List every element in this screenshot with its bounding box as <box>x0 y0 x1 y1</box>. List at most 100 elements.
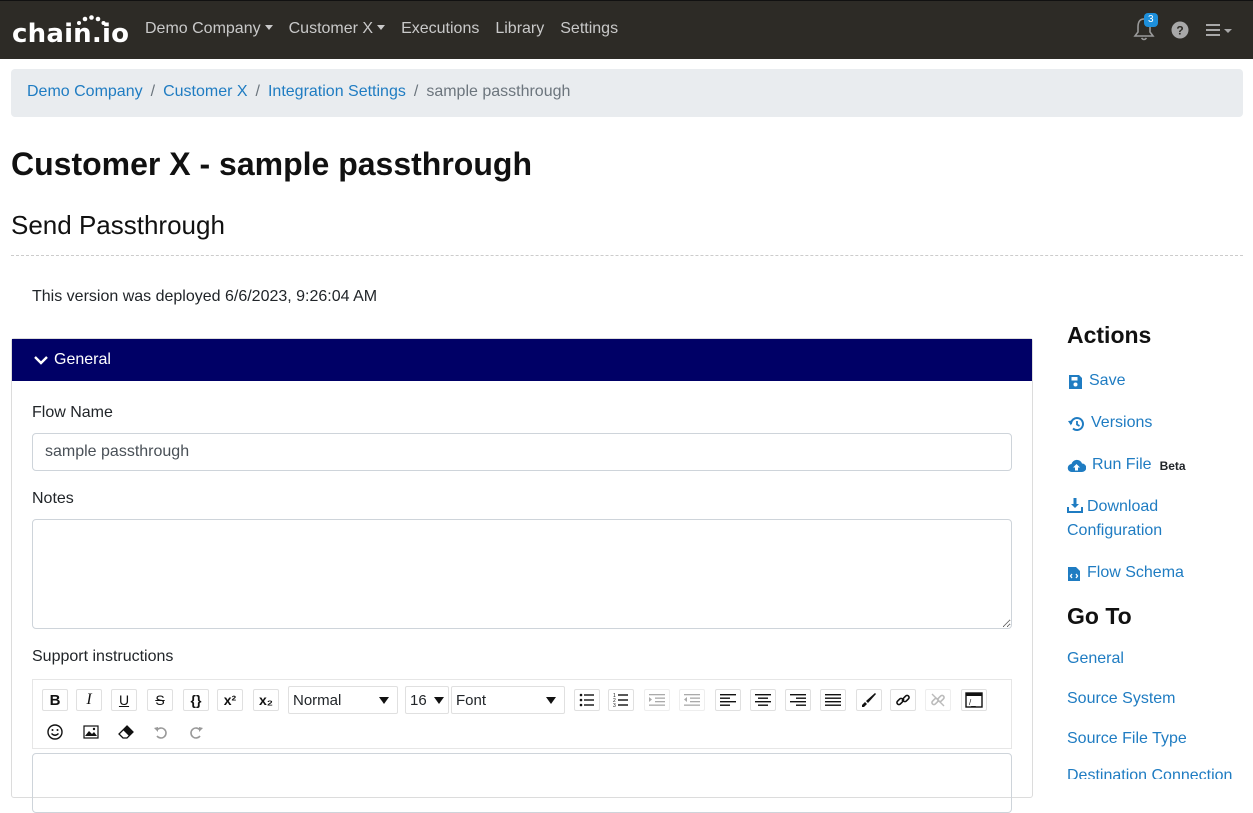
align-right-button[interactable] <box>785 689 811 711</box>
flow-name-label: Flow Name <box>32 404 113 421</box>
paragraph-style-select[interactable]: Normal <box>288 686 398 714</box>
breadcrumb-separator: / <box>150 83 156 100</box>
indent-button[interactable] <box>644 689 670 711</box>
history-icon <box>1068 417 1084 432</box>
align-center-button[interactable] <box>750 689 776 711</box>
actions-heading: Actions <box>1067 322 1152 348</box>
top-navbar: chain.io Demo Company Customer X Executi… <box>0 0 1253 59</box>
code-view-button[interactable]: /_ <box>961 689 987 711</box>
redo-button[interactable] <box>183 721 209 743</box>
notifications-button[interactable]: 3 <box>1133 13 1158 43</box>
text-color-button[interactable] <box>856 689 882 711</box>
code-button[interactable]: {} <box>183 689 209 711</box>
eraser-icon <box>118 725 134 739</box>
font-size-value: 16 <box>410 691 427 709</box>
flow-schema-label: Flow Schema <box>1087 564 1184 581</box>
smiley-icon <box>47 724 63 740</box>
link-icon <box>896 694 910 706</box>
rich-text-toolbar: B I U S {} x² x₂ Normal 16 Font 123 /_ <box>32 679 1012 749</box>
goto-heading: Go To <box>1067 603 1132 629</box>
outdent-button[interactable] <box>679 689 705 711</box>
link-button[interactable] <box>890 689 916 711</box>
download-label-line2: Configuration <box>1067 522 1163 539</box>
font-family-select[interactable]: Font <box>451 686 565 714</box>
nav-library[interactable]: Library <box>495 20 544 38</box>
unlink-button[interactable] <box>925 689 951 711</box>
download-label-line1: Download <box>1087 498 1159 515</box>
code-view-icon: /_ <box>965 692 983 708</box>
breadcrumb-demo-company[interactable]: Demo Company <box>27 83 143 100</box>
beta-badge: Beta <box>1159 459 1186 473</box>
divider <box>11 255 1243 256</box>
nav-demo-company[interactable]: Demo Company <box>145 20 273 38</box>
undo-icon <box>154 727 167 739</box>
goto-general[interactable]: General <box>1067 650 1124 668</box>
align-left-icon <box>720 694 736 706</box>
outdent-icon <box>684 694 700 706</box>
image-button[interactable] <box>78 721 104 743</box>
actions-sidebar: Actions Save Versions Run File Beta Down… <box>1067 322 1247 779</box>
navbar-right: 3 ? <box>1133 13 1233 43</box>
justify-icon <box>825 694 841 706</box>
support-instructions-label: Support instructions <box>32 648 174 665</box>
strikethrough-button[interactable]: S <box>147 689 173 711</box>
superscript-button[interactable]: x² <box>217 689 243 711</box>
chevron-down-icon <box>34 356 48 365</box>
save-link[interactable]: Save <box>1067 372 1125 390</box>
notes-label: Notes <box>32 490 74 507</box>
download-icon <box>1067 498 1083 513</box>
nav-executions[interactable]: Executions <box>401 20 479 38</box>
run-file-link[interactable]: Run File Beta <box>1067 456 1186 474</box>
nav-customer-x[interactable]: Customer X <box>289 20 385 38</box>
menu-icon[interactable] <box>1205 21 1233 39</box>
general-panel-title: General <box>54 351 111 368</box>
svg-text:/_: /_ <box>969 698 976 707</box>
brush-icon <box>862 693 876 707</box>
dropdown-arrow-icon <box>434 697 444 704</box>
save-label: Save <box>1089 372 1126 389</box>
dropdown-arrow-icon <box>379 697 389 704</box>
numbered-list-button[interactable]: 123 <box>608 689 634 711</box>
goto-source-system[interactable]: Source System <box>1067 690 1175 708</box>
goto-destination-connection[interactable]: Destination Connection <box>1067 767 1232 779</box>
breadcrumb: Demo Company / Customer X / Integration Sett… <box>11 69 1243 117</box>
logo-text: chain.io <box>12 19 130 49</box>
chainio-logo[interactable]: chain.io <box>12 15 129 49</box>
image-icon <box>83 725 99 739</box>
align-left-button[interactable] <box>715 689 741 711</box>
versions-link[interactable]: Versions <box>1067 414 1152 432</box>
underline-button[interactable]: U <box>111 689 137 711</box>
italic-button[interactable]: I <box>76 689 102 711</box>
breadcrumb-customer-x[interactable]: Customer X <box>163 83 247 100</box>
clear-format-button[interactable] <box>113 721 139 743</box>
page-title: Customer X - sample passthrough <box>11 146 532 182</box>
breadcrumb-integration-settings[interactable]: Integration Settings <box>268 83 406 100</box>
justify-button[interactable] <box>820 689 846 711</box>
unlink-icon <box>931 693 945 707</box>
download-configuration-link[interactable]: Download Configuration <box>1067 498 1162 543</box>
font-size-select[interactable]: 16 <box>405 686 449 714</box>
goto-source-file-type[interactable]: Source File Type <box>1067 730 1187 748</box>
general-panel-header[interactable]: General <box>12 339 1032 381</box>
svg-text:3: 3 <box>613 703 616 707</box>
page-subtitle: Send Passthrough <box>11 210 225 240</box>
nav-settings[interactable]: Settings <box>560 20 618 38</box>
bullet-list-button[interactable] <box>574 689 600 711</box>
emoji-button[interactable] <box>42 721 68 743</box>
support-instructions-editor[interactable] <box>32 753 1012 813</box>
flow-name-input[interactable] <box>32 433 1012 471</box>
undo-button[interactable] <box>148 721 174 743</box>
font-family-value: Font <box>456 691 487 709</box>
deployed-text: This version was deployed 6/6/2023, 9:26… <box>32 288 378 305</box>
run-file-label: Run File <box>1092 456 1152 473</box>
bold-button[interactable]: B <box>42 689 68 711</box>
subscript-button[interactable]: x₂ <box>253 689 279 711</box>
paragraph-style-value: Normal <box>293 691 342 709</box>
dropdown-arrow-icon <box>546 697 556 704</box>
notes-textarea[interactable] <box>32 519 1012 629</box>
download-configuration-label: Download Configuration <box>1067 495 1162 543</box>
main-nav: Demo Company Customer X Executions Libra… <box>145 20 618 38</box>
help-icon[interactable]: ? <box>1171 21 1189 39</box>
flow-schema-link[interactable]: Flow Schema <box>1067 564 1184 582</box>
redo-icon <box>190 727 203 739</box>
